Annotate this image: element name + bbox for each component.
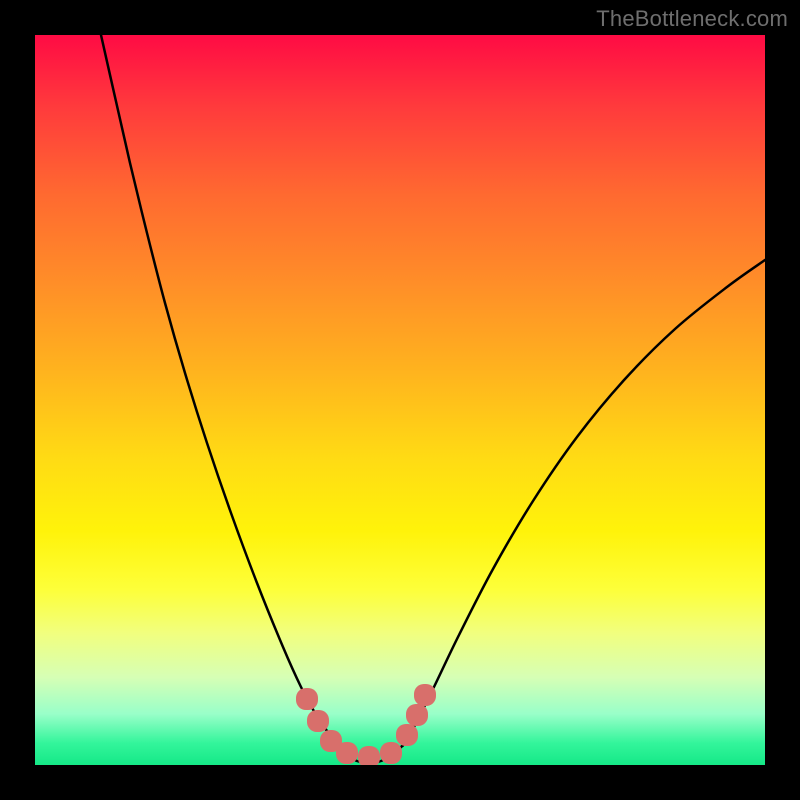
valley-marker — [296, 688, 318, 710]
valley-marker — [380, 742, 402, 764]
valley-marker — [406, 704, 428, 726]
valley-marker — [396, 724, 418, 746]
bottleneck-curve — [101, 35, 765, 763]
plot-area — [35, 35, 765, 765]
watermark-text: TheBottleneck.com — [596, 6, 788, 32]
valley-marker — [336, 742, 358, 764]
chart-stage: TheBottleneck.com — [0, 0, 800, 800]
valley-marker — [358, 746, 380, 765]
curve-layer — [35, 35, 765, 765]
valley-marker — [307, 710, 329, 732]
valley-marker-group — [296, 684, 436, 765]
valley-marker — [414, 684, 436, 706]
